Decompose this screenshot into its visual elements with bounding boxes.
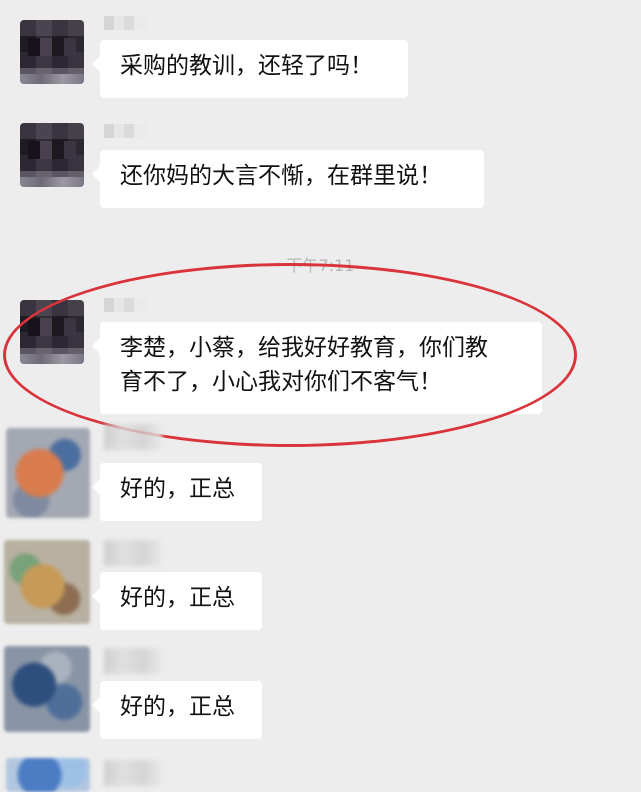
message-text: 好的，正总	[120, 476, 235, 502]
timestamp-divider: 下午7:11	[286, 256, 355, 275]
message-bubble[interactable]: 好的，正总	[92, 572, 262, 630]
sender-name-redacted	[104, 648, 162, 674]
avatar[interactable]	[6, 758, 90, 792]
message-bubble[interactable]: 好的，正总	[92, 681, 262, 739]
avatar[interactable]	[4, 540, 90, 624]
message-bubble[interactable]: 李楚，小蔡，给我好好教育，你们教 育不了，小心我对你们不客气！	[92, 322, 542, 414]
message-text: 还你妈的大言不惭，在群里说！	[120, 163, 442, 189]
message-bubble[interactable]: 采购的教训，还轻了吗！	[92, 40, 408, 98]
sender-name-redacted	[104, 298, 148, 312]
sender-name-redacted	[104, 540, 162, 566]
avatar[interactable]	[20, 20, 84, 84]
avatar[interactable]	[6, 428, 90, 518]
sender-name-redacted	[104, 424, 162, 450]
message-text-line: 李楚，小蔡，给我好好教育，你们教	[120, 335, 488, 361]
avatar[interactable]	[20, 300, 84, 364]
message-bubble[interactable]: 还你妈的大言不惭，在群里说！	[92, 150, 484, 208]
sender-name-redacted	[104, 760, 162, 786]
avatar[interactable]	[20, 123, 84, 187]
sender-name-redacted	[104, 16, 148, 30]
message-text: 好的，正总	[120, 694, 235, 720]
message-text: 好的，正总	[120, 585, 235, 611]
message-bubble[interactable]: 好的，正总	[92, 463, 262, 521]
sender-name-redacted	[104, 124, 148, 138]
avatar[interactable]	[4, 646, 90, 732]
message-text-line: 育不了，小心我对你们不客气！	[120, 369, 442, 395]
message-text: 采购的教训，还轻了吗！	[120, 53, 373, 79]
